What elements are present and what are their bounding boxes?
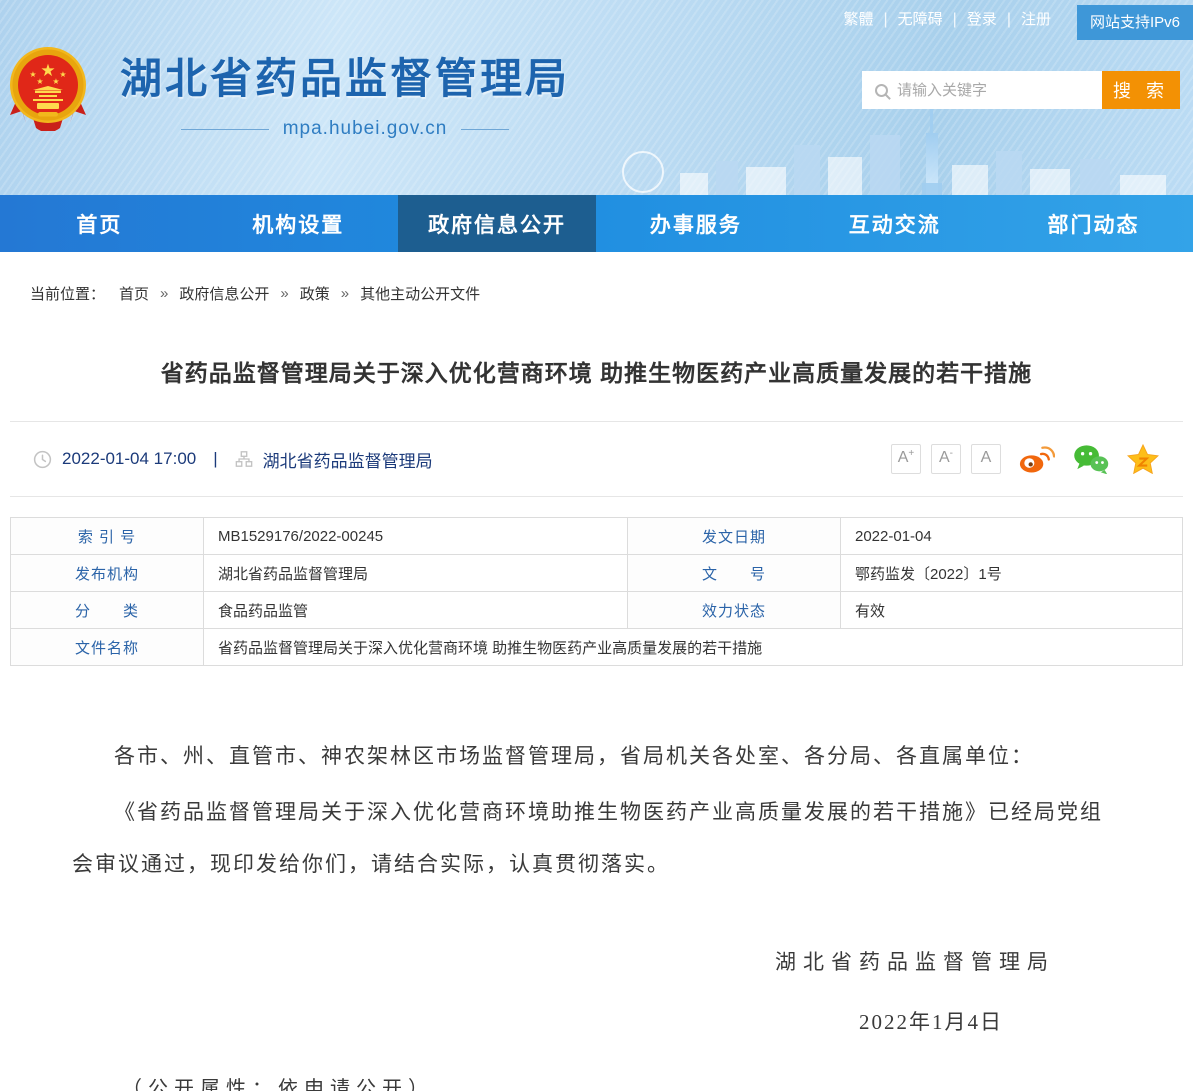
search-button[interactable]: 搜 索 [1102,71,1180,109]
page-title: 省药品监督管理局关于深入优化营商环境 助推生物医药产业高质量发展的若干措施 [60,354,1133,388]
site-brand: ★ ★ ★ ★ ★ 湖北省药品监督管理局 mpa.hubei.go [8,45,570,140]
qzone-icon[interactable] [1127,444,1159,474]
breadcrumb: 当前位置： 首页 » 政府信息公开 » 政策 » 其他主动公开文件 [0,252,1193,304]
breadcrumb-policy[interactable]: 政策 [300,283,330,304]
organization-icon [235,450,253,468]
wechat-icon[interactable] [1073,444,1109,474]
ferris-wheel-graphic [622,151,664,193]
category-label: 分 类 [11,592,204,629]
search-bar: 搜 索 [862,71,1180,109]
nav-item-department-news[interactable]: 部门动态 [994,195,1193,252]
city-skyline-graphic [540,105,1193,195]
ipv6-badge[interactable]: 网站支持IPv6 [1077,5,1193,40]
site-url-row: mpa.hubei.gov.cn [120,118,570,140]
breadcrumb-gov-info[interactable]: 政府信息公开 [179,283,269,304]
font-reset-button[interactable]: A [971,444,1001,474]
article-paragraph: 《省药品监督管理局关于深入优化营商环境助推生物医药产业高质量发展的若干措施》已经… [72,786,1121,890]
search-icon [875,84,888,97]
disclosure-attribute-line: （公开属性：依申请公开） [122,1072,1183,1091]
article-meta-row: 2022-01-04 17:00 | 湖北省药品监督管理局 A+ A- [10,422,1183,496]
topbar: 繁體 | 无障碍 | 登录 | 注册 网站支持IPv6 [833,0,1193,40]
topbar-separator: | [953,0,957,40]
main-nav: 首页 机构设置 政府信息公开 办事服务 互动交流 部门动态 [0,195,1193,252]
publisher-label: 发布机构 [11,555,204,592]
svg-text:★: ★ [59,70,66,79]
topbar-separator: | [1007,0,1011,40]
search-input[interactable] [897,82,1102,99]
article-tools: A+ A- A [881,444,1159,474]
issue-date-value: 2022-01-04 [841,518,1183,555]
meta-separator: | [213,449,217,469]
url-dash-right [461,129,509,130]
article-meta: 2022-01-04 17:00 | 湖北省药品监督管理局 [33,447,433,472]
topbar-link-traditional[interactable]: 繁體 [843,0,873,40]
issue-date-label: 发文日期 [628,518,841,555]
nav-item-interaction[interactable]: 互动交流 [795,195,994,252]
signature-date: 2022年1月4日 [10,1006,1003,1036]
index-number-label: 索 引 号 [11,518,204,555]
site-url: mpa.hubei.gov.cn [283,118,448,140]
publisher-value: 湖北省药品监督管理局 [204,555,628,592]
document-info-table: 索 引 号 MB1529176/2022-00245 发文日期 2022-01-… [10,517,1183,666]
site-header: 繁體 | 无障碍 | 登录 | 注册 网站支持IPv6 ★ ★ ★ [0,0,1193,195]
nav-item-organization[interactable]: 机构设置 [199,195,398,252]
nav-item-services[interactable]: 办事服务 [596,195,795,252]
index-number-value: MB1529176/2022-00245 [204,518,628,555]
national-emblem-logo: ★ ★ ★ ★ ★ [8,45,88,131]
article-body: 各市、州、直管市、神农架林区市场监督管理局，省局机关各处室、各分局、各直属单位：… [10,730,1183,1091]
doc-number-label: 文 号 [628,555,841,592]
category-value: 食品药品监管 [204,592,628,629]
breadcrumb-separator: » [160,285,168,302]
breadcrumb-home[interactable]: 首页 [119,283,149,304]
breadcrumb-separator: » [341,285,349,302]
weibo-icon[interactable] [1019,444,1055,474]
publish-datetime: 2022-01-04 17:00 [62,449,196,469]
article-main: 省药品监督管理局关于深入优化营商环境 助推生物医药产业高质量发展的若干措施 20… [10,354,1183,1091]
validity-status-value: 有效 [841,592,1183,629]
tv-tower-graphic [926,133,938,195]
topbar-separator: | [883,0,887,40]
url-dash-left [181,129,269,130]
breadcrumb-label: 当前位置： [30,283,105,304]
file-name-label: 文件名称 [11,629,204,666]
breadcrumb-other-docs[interactable]: 其他主动公开文件 [360,283,480,304]
breadcrumb-separator: » [280,285,288,302]
divider [10,496,1183,497]
validity-status-label: 效力状态 [628,592,841,629]
search-box [862,71,1102,109]
topbar-link-register[interactable]: 注册 [1021,0,1051,40]
doc-number-value: 鄂药监发〔2022〕1号 [841,555,1183,592]
font-decrease-button[interactable]: A- [931,444,961,474]
nav-item-home[interactable]: 首页 [0,195,199,252]
signature-organization: 湖北省药品监督管理局 [10,946,1055,976]
file-name-value: 省药品监督管理局关于深入优化营商环境 助推生物医药产业高质量发展的若干措施 [204,629,1183,666]
article-source: 湖北省药品监督管理局 [263,447,433,472]
font-increase-button[interactable]: A+ [891,444,921,474]
article-paragraph: 各市、州、直管市、神农架林区市场监督管理局，省局机关各处室、各分局、各直属单位： [72,730,1121,782]
page: 繁體 | 无障碍 | 登录 | 注册 网站支持IPv6 ★ ★ ★ [0,0,1193,1091]
topbar-link-login[interactable]: 登录 [967,0,997,40]
clock-icon [33,450,52,469]
svg-text:★: ★ [36,77,43,86]
site-title: 湖北省药品监督管理局 [120,45,570,106]
nav-item-gov-info[interactable]: 政府信息公开 [398,195,597,252]
topbar-link-accessibility[interactable]: 无障碍 [898,0,943,40]
